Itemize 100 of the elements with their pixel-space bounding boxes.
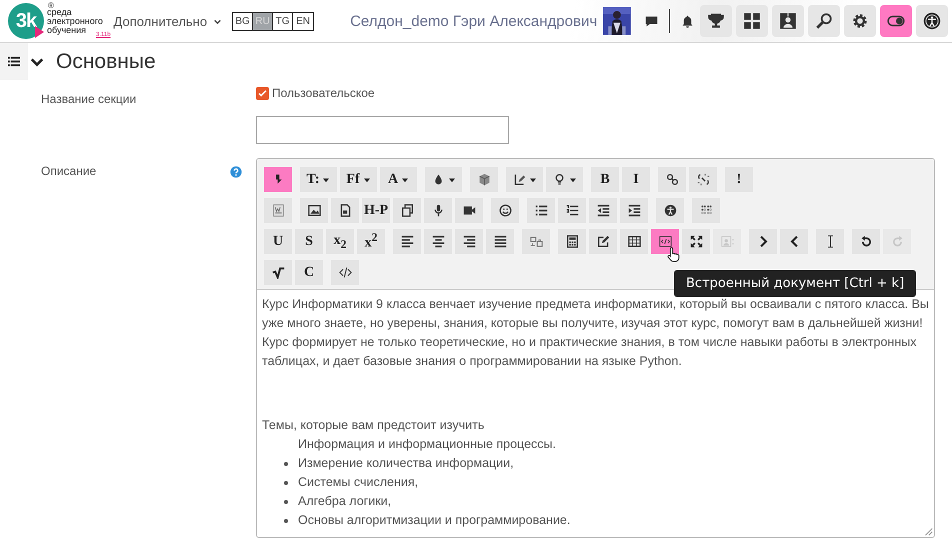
search-icon xyxy=(815,12,834,30)
field-label: Описание xyxy=(41,163,98,180)
microphone-icon xyxy=(432,204,444,217)
toolbar-button[interactable] xyxy=(393,229,421,254)
toolbar-button[interactable]: x$^{2}$ xyxy=(357,229,385,254)
toolbar-button[interactable] xyxy=(331,198,359,223)
caret-icon xyxy=(401,176,410,182)
calculator-icon xyxy=(566,235,578,248)
caret-icon xyxy=(362,176,371,182)
header-icon-button[interactable] xyxy=(844,5,876,37)
media-file-icon xyxy=(338,204,352,217)
toolbar-button[interactable]: C xyxy=(295,260,323,285)
toolbar-button[interactable] xyxy=(816,229,844,254)
toolbar-button[interactable]: T: xyxy=(300,167,337,192)
caret-icon xyxy=(568,176,576,182)
pen-icon xyxy=(512,173,526,186)
toolbar-button[interactable] xyxy=(620,229,648,254)
toolbar-button[interactable] xyxy=(506,167,543,192)
toolbar-button[interactable] xyxy=(620,198,648,223)
checkbox[interactable] xyxy=(256,86,269,100)
table-icon xyxy=(628,235,640,248)
toolbar-button[interactable] xyxy=(689,167,717,192)
toolbar-button[interactable] xyxy=(780,229,808,254)
numbered-list-icon xyxy=(566,204,578,217)
toolbar-button[interactable] xyxy=(682,229,710,254)
person-grid-icon xyxy=(779,12,798,30)
toolbar-button[interactable] xyxy=(424,198,452,223)
undo-icon xyxy=(860,235,872,248)
toolbar-button[interactable] xyxy=(300,198,328,223)
toolbar-button[interactable] xyxy=(656,198,684,223)
toolbar-button[interactable] xyxy=(455,198,483,223)
toolbar-button[interactable] xyxy=(589,229,617,254)
header-icon-button[interactable] xyxy=(772,5,804,37)
header-icon-button[interactable] xyxy=(808,5,840,37)
more-menu[interactable]: Дополнительно xyxy=(114,14,222,28)
portrait-icon xyxy=(720,235,734,248)
header-icon-button[interactable] xyxy=(880,5,912,37)
toolbar-button[interactable]: B xyxy=(591,167,619,192)
caret-icon xyxy=(322,176,330,182)
language-button[interactable]: TG xyxy=(273,12,294,30)
toolbar-button[interactable] xyxy=(424,229,452,254)
toolbar-button[interactable] xyxy=(527,198,555,223)
toolbar-button[interactable] xyxy=(486,229,514,254)
list-item: Системы счисления, xyxy=(298,474,418,491)
toolbar-button[interactable]: Ff xyxy=(340,167,377,192)
toolbar-button[interactable] xyxy=(558,198,586,223)
toolbar-button[interactable]: ! xyxy=(725,167,753,192)
cube-icon xyxy=(478,173,490,186)
checkbox-label[interactable]: Пользовательское xyxy=(272,86,375,100)
align-center-icon xyxy=(432,235,444,248)
settings-icon xyxy=(851,12,870,30)
registered-mark: ® xyxy=(48,1,54,10)
toolbar-button[interactable] xyxy=(393,198,421,223)
broken-link-icon xyxy=(696,173,710,186)
section-title: Основные xyxy=(56,50,156,74)
header-icon-button[interactable] xyxy=(916,5,948,37)
bulleted-list-icon xyxy=(534,204,548,217)
bell-icon xyxy=(680,14,694,28)
topics-heading: Темы, которые вам предстоит изучить xyxy=(262,417,486,434)
align-left-icon xyxy=(400,235,414,248)
toolbar-button[interactable] xyxy=(455,229,483,254)
toolbar-button[interactable] xyxy=(658,167,686,192)
user-name[interactable]: Селдон_demo Гэри Александрович xyxy=(350,12,598,30)
document-icon xyxy=(272,204,284,217)
list-item: Информация и информационные процессы. xyxy=(298,436,556,453)
caret-icon xyxy=(528,176,536,182)
toolbar-button[interactable] xyxy=(749,229,777,254)
toolbar-button[interactable]: H-P xyxy=(362,198,390,223)
toolbar-button[interactable] xyxy=(331,260,359,285)
header-icon-button[interactable] xyxy=(736,5,768,37)
toolbar-button[interactable] xyxy=(425,167,462,192)
toolbar-button[interactable]: S xyxy=(295,229,323,254)
expand-icon xyxy=(690,235,702,248)
toolbar-button[interactable] xyxy=(491,198,519,223)
image-icon xyxy=(308,204,320,217)
paragraph: Курс Информатики 9 класса венчает изучение предмета информатики, который вы осваивали с пятого класса. Вы уже много знаете, но уверены, знания, которые вы получите, изучая этот курс, помогут вам в дальнейшей жизни! Курс формирует не только теоретические, но и практические знания, в том числе навыки работы в электронных таблицах, и дает базовые знания о программировании на языке Python. xyxy=(262,296,929,370)
chat-icon xyxy=(645,14,658,28)
toolbar-button[interactable] xyxy=(264,260,292,285)
hand-cursor-icon xyxy=(666,246,680,263)
toolbar-button[interactable]: U xyxy=(264,229,292,254)
outdent-icon xyxy=(596,204,610,217)
input-field[interactable] xyxy=(256,116,509,144)
toolbar-button[interactable] xyxy=(546,167,583,192)
square-root-icon xyxy=(272,266,284,279)
toolbar-button[interactable] xyxy=(558,229,586,254)
tooltip: Встроенный документ [Ctrl + k] xyxy=(674,270,916,297)
language-button[interactable]: BG xyxy=(233,12,254,30)
list-icon xyxy=(8,55,20,68)
toolbar-button[interactable] xyxy=(264,167,292,192)
toolbar-button[interactable]: I xyxy=(622,167,650,192)
list-item: Измерение количества информации, xyxy=(298,455,514,472)
edit-icon xyxy=(596,235,610,248)
toolbar-button[interactable]: x$_{2}$ xyxy=(326,229,354,254)
video-camera-icon xyxy=(462,204,476,217)
toolbar-button[interactable] xyxy=(852,229,880,254)
help-icon xyxy=(230,166,242,178)
toolbar-button[interactable] xyxy=(589,198,617,223)
toolbar-button[interactable]: A xyxy=(380,167,417,192)
logo-text: среда xyxy=(47,8,73,16)
header-icon-button[interactable] xyxy=(700,5,732,37)
